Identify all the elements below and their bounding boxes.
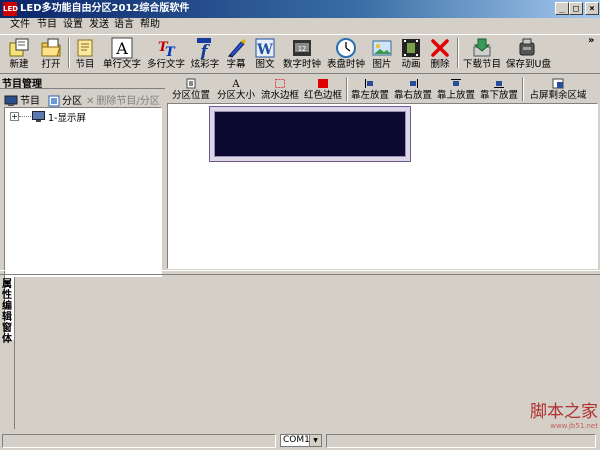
status-cell bbox=[2, 434, 276, 448]
add-area-tool[interactable]: 分区 bbox=[48, 92, 82, 107]
align-top-icon bbox=[451, 79, 461, 86]
toolbar-separator bbox=[522, 77, 524, 101]
dial-clock-icon bbox=[336, 38, 356, 58]
menu-program[interactable]: 节目 bbox=[37, 19, 57, 31]
toolbar-overflow-button[interactable]: » bbox=[588, 35, 594, 46]
delete-icon bbox=[431, 39, 449, 57]
red-border-icon bbox=[318, 79, 328, 88]
tree-line bbox=[19, 116, 31, 118]
single-line-text-icon: A bbox=[111, 37, 133, 59]
panel-divider bbox=[0, 88, 165, 89]
tree-expander[interactable]: + bbox=[10, 112, 19, 121]
title-bar: LED LED多功能自由分区2012综合版软件 _ □ × bbox=[0, 0, 600, 18]
download-icon bbox=[473, 38, 491, 57]
save-to-usb-button[interactable]: 保存到U盘 bbox=[506, 36, 551, 72]
toolbar-separator bbox=[346, 77, 348, 101]
close-button[interactable]: × bbox=[585, 2, 599, 15]
svg-text:T: T bbox=[165, 45, 176, 59]
fill-remaining-area-button[interactable]: 占屏剩余区域 bbox=[526, 77, 590, 102]
digital-clock-button[interactable]: 12 数字时钟 bbox=[282, 36, 322, 72]
app-icon: LED bbox=[3, 2, 18, 16]
com-port-value: COM1 bbox=[283, 435, 310, 445]
dropdown-arrow-icon[interactable]: ▼ bbox=[309, 435, 321, 446]
delete-program-area-tool[interactable]: ✕ 删除节目/分区 bbox=[86, 92, 160, 107]
area-icon bbox=[48, 95, 60, 107]
menu-bar: 文件 节目 设置 发送 语言 帮助 bbox=[0, 18, 600, 33]
colorful-text-button[interactable]: f 炫彩字 bbox=[189, 36, 221, 72]
digital-clock-icon: 12 bbox=[293, 40, 311, 56]
svg-text:12: 12 bbox=[298, 45, 306, 53]
tree-item-display[interactable]: 1-显示屏 bbox=[48, 110, 86, 124]
svg-text:A: A bbox=[231, 79, 240, 89]
new-button[interactable]: 新建 bbox=[6, 36, 32, 72]
new-icon bbox=[9, 38, 29, 57]
menu-send[interactable]: 发送 bbox=[89, 19, 109, 31]
program-manager-panel: 节目管理 节目 分区 ✕ 删除节目/分区 + 1-显示屏 bbox=[0, 74, 165, 340]
svg-text:A: A bbox=[115, 39, 128, 58]
open-button[interactable]: 打开 bbox=[38, 36, 64, 72]
single-line-text-button[interactable]: A 单行文字 bbox=[102, 36, 142, 72]
program-icon bbox=[77, 39, 93, 57]
toolbar-separator bbox=[457, 38, 459, 68]
open-icon bbox=[41, 38, 61, 57]
align-right-button[interactable]: 靠右放置 bbox=[393, 77, 433, 102]
subtitle-button[interactable]: 字幕 bbox=[224, 36, 248, 72]
watermark-text: 脚本之家 bbox=[530, 402, 598, 422]
align-right-icon bbox=[410, 79, 418, 88]
display-screen-icon bbox=[32, 111, 45, 122]
align-bottom-icon bbox=[494, 81, 504, 88]
red-border-button[interactable]: 红色边框 bbox=[303, 77, 343, 102]
area-size-button[interactable]: A 分区大小 bbox=[215, 77, 257, 102]
delete-x-icon: ✕ bbox=[86, 96, 95, 107]
led-display-area[interactable] bbox=[214, 111, 406, 157]
flowing-border-icon bbox=[275, 79, 285, 88]
svg-text:W: W bbox=[256, 42, 273, 58]
flowing-border-button[interactable]: 流水边框 bbox=[260, 77, 300, 102]
watermark: 脚本之家 www.jb51.net bbox=[478, 402, 598, 430]
led-display-preview[interactable] bbox=[209, 106, 411, 162]
status-cell bbox=[326, 434, 596, 448]
screen-icon bbox=[4, 95, 18, 106]
minimize-button[interactable]: _ bbox=[555, 2, 569, 15]
com-port-select[interactable]: COM1 ▼ bbox=[280, 434, 322, 447]
align-left-button[interactable]: 靠左放置 bbox=[350, 77, 390, 102]
animation-icon bbox=[402, 39, 420, 57]
align-bottom-button[interactable]: 靠下放置 bbox=[479, 77, 519, 102]
image-text-button[interactable]: W 图文 bbox=[253, 36, 277, 72]
align-left-icon bbox=[365, 79, 373, 88]
toolbar-separator bbox=[68, 38, 70, 68]
maximize-button[interactable]: □ bbox=[569, 2, 583, 15]
property-panel-title: 属性编辑窗体 bbox=[2, 279, 12, 345]
fill-remaining-icon bbox=[552, 78, 564, 89]
watermark-url: www.jb51.net bbox=[550, 422, 598, 430]
multi-line-text-button[interactable]: TT 多行文字 bbox=[146, 36, 186, 72]
picture-button[interactable]: 图片 bbox=[369, 36, 395, 72]
animation-button[interactable]: 动画 bbox=[398, 36, 424, 72]
svg-text:f: f bbox=[199, 42, 210, 59]
align-top-button[interactable]: 靠上放置 bbox=[436, 77, 476, 102]
position-icon bbox=[186, 78, 196, 89]
picture-icon bbox=[372, 40, 392, 56]
menu-settings[interactable]: 设置 bbox=[63, 19, 83, 31]
multi-line-text-icon: TT bbox=[158, 40, 176, 59]
size-icon: A bbox=[231, 79, 240, 89]
program-manager-tools: 节目 分区 ✕ 删除节目/分区 bbox=[4, 92, 164, 107]
usb-save-icon bbox=[519, 38, 535, 56]
delete-button[interactable]: 删除 bbox=[427, 36, 453, 72]
add-program-tool[interactable]: 节目 bbox=[4, 92, 40, 107]
menu-language[interactable]: 语言 bbox=[114, 19, 134, 31]
main-toolbar: 新建 打开 节目 A 单行文字 TT 多行文字 f 炫彩字 字幕 W 图文 12… bbox=[0, 34, 600, 74]
program-button[interactable]: 节目 bbox=[72, 36, 98, 72]
download-program-button[interactable]: 下载节目 bbox=[462, 36, 502, 72]
subtitle-icon bbox=[228, 39, 246, 58]
colorful-text-icon: f bbox=[197, 38, 211, 59]
menu-file[interactable]: 文件 bbox=[10, 19, 30, 31]
window-title: LED多功能自由分区2012综合版软件 bbox=[20, 3, 190, 14]
dial-clock-button[interactable]: 表盘时钟 bbox=[326, 36, 366, 72]
area-position-button[interactable]: 分区位置 bbox=[170, 77, 212, 102]
word-doc-icon: W bbox=[255, 38, 275, 58]
area-toolbar: 分区位置 A 分区大小 流水边框 红色边框 靠左放置 靠右放置 靠上放置 靠下放… bbox=[167, 77, 597, 103]
menu-help[interactable]: 帮助 bbox=[140, 19, 160, 31]
